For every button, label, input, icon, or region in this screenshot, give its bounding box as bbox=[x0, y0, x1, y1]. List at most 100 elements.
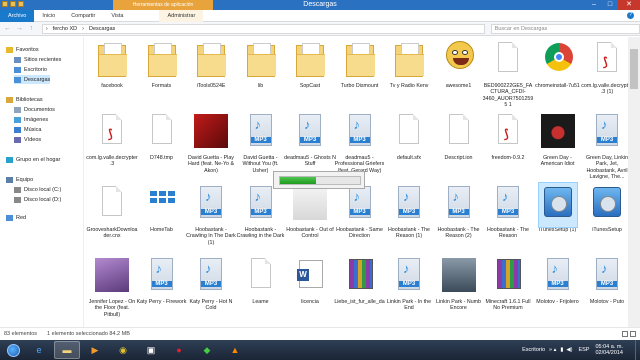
chrome-icon[interactable]: ◉ bbox=[110, 341, 136, 359]
file-item[interactable]: ⟆ freedom-0.9.2 bbox=[482, 111, 534, 161]
sidebar-item-disco-local-c-[interactable]: Disco local (C:) bbox=[14, 185, 61, 194]
camera-app-icon[interactable]: ▣ bbox=[138, 341, 164, 359]
sidebar-item-bibliotecas[interactable]: Bibliotecas bbox=[6, 95, 43, 104]
file-item[interactable]: Green Day - American Idiot bbox=[532, 111, 584, 168]
sidebar-item-equipo[interactable]: Equipo bbox=[6, 175, 33, 184]
sidebar-item-grupo-en-el-hogar[interactable]: Grupo en el hogar bbox=[6, 155, 60, 164]
tab-compartir[interactable]: Compartir bbox=[63, 10, 103, 22]
file-item[interactable]: Leame bbox=[235, 255, 287, 305]
file-item[interactable]: Tv y Radio Kenv bbox=[383, 39, 435, 89]
tab-vista[interactable]: Vista bbox=[103, 10, 131, 22]
file-item[interactable]: iTunesSetup (1) bbox=[532, 182, 584, 233]
file-item[interactable]: Descript.ion bbox=[433, 111, 485, 161]
tab-inicio[interactable]: Inicio bbox=[34, 10, 63, 22]
file-item[interactable]: ♪ MP3 Molotov - Frijolero bbox=[532, 255, 584, 305]
file-item[interactable]: ♪MP3deadmau5 - Professional Griefers (fe… bbox=[334, 111, 386, 174]
vertical-scrollbar[interactable] bbox=[628, 37, 640, 327]
volume-icon[interactable]: ◀) bbox=[566, 347, 572, 353]
file-item[interactable]: Turbo Dismount bbox=[334, 39, 386, 89]
sidebar-item-descargas[interactable]: Descargas bbox=[14, 75, 51, 84]
maximize-button[interactable]: □ bbox=[602, 0, 618, 10]
details-view-icon[interactable] bbox=[622, 331, 628, 337]
start-button[interactable] bbox=[0, 340, 26, 360]
file-item[interactable]: Liebe_ist_fur_alle_da bbox=[334, 255, 386, 305]
file-item[interactable]: ♪ MP3 Hoobastank - The Reason (2) bbox=[433, 183, 485, 240]
address-input[interactable]: › fercho XD › Descargas bbox=[41, 23, 485, 34]
sidebar-item-v-deos[interactable]: Vídeos bbox=[14, 135, 41, 144]
internet-explorer-icon[interactable]: e bbox=[26, 341, 52, 359]
file-item[interactable]: ♪ MP3 Green Day, Linkin Park, Jet, Hoobast… bbox=[581, 111, 628, 181]
breadcrumb-descargas[interactable]: Descargas bbox=[89, 26, 115, 32]
file-item[interactable]: GroovesharkDownloader.cnx bbox=[86, 183, 138, 240]
file-item[interactable]: ♪ MP3 Hoobastank - Crawling In The Dark (1… bbox=[185, 183, 237, 246]
sidebar-item-red[interactable]: Red bbox=[6, 213, 26, 222]
sidebar-item-sitios-recientes[interactable]: Sitios recientes bbox=[14, 55, 61, 64]
file-item[interactable]: ♪ MP3 Hoobastank - The Reason bbox=[482, 183, 534, 240]
file-item[interactable]: ♪ MP3 Hoobastank - Crawling in the Dark bbox=[235, 183, 287, 240]
file-item[interactable]: ♪ MP3 Katy Perry - Hot N Cold bbox=[185, 255, 237, 312]
file-item[interactable]: ♪ MP3 Hoobastank - Same Direction bbox=[334, 183, 386, 240]
file-item[interactable]: ♪ MP3 David Guetta - Without You (ft. Ushe… bbox=[235, 111, 287, 174]
vlc-icon[interactable]: ▲ bbox=[222, 341, 248, 359]
file-item[interactable]: Wlicencia bbox=[284, 255, 336, 305]
games-icon[interactable]: ◆ bbox=[194, 341, 220, 359]
file-item[interactable]: ♪ MP3 Molotov - Puto bbox=[581, 255, 628, 305]
scrollbar-thumb[interactable] bbox=[630, 49, 638, 89]
file-item[interactable]: D748.tmp bbox=[136, 111, 188, 161]
file-item[interactable]: awesome1 bbox=[433, 39, 485, 89]
sidebar-item-favoritos[interactable]: Favoritos bbox=[6, 45, 39, 54]
file-item[interactable]: Jennifer Lopez - On the Floor (feat. Pit… bbox=[86, 255, 138, 318]
file-thumbnail: ⟆ bbox=[93, 111, 131, 155]
file-thumbnail: ♪ MP3 bbox=[588, 255, 626, 299]
close-button[interactable]: ✕ bbox=[618, 0, 640, 10]
file-item[interactable]: ♪ MP3 Linkin Park - In the End bbox=[383, 255, 435, 312]
file-item[interactable]: facebook bbox=[86, 39, 138, 89]
sidebar-item-documentos[interactable]: Documentos bbox=[14, 105, 55, 114]
file-item[interactable]: Minecraft 1.6.1 Full No Premium bbox=[482, 255, 534, 312]
file-item[interactable]: ♪ MP3 deadmau5 - Ghosts N Stuff bbox=[284, 111, 336, 168]
file-item[interactable]: Formats bbox=[136, 39, 188, 89]
file-item[interactable]: David Guetta - Play Hard (feat. Ne-Yo & … bbox=[185, 111, 237, 174]
screen-recorder-icon[interactable]: ● bbox=[166, 341, 192, 359]
file-item[interactable]: Hoobastank - Out of Control bbox=[284, 183, 336, 240]
network-status-icon[interactable]: ▮ bbox=[560, 347, 563, 353]
file-item[interactable]: ♪ MP3 Hoobastank - The Reason (1) bbox=[383, 183, 435, 240]
clock[interactable]: 05:04 a. m. 02/04/2014 bbox=[595, 344, 623, 357]
breadcrumb-user[interactable]: fercho XD bbox=[53, 26, 77, 32]
file-item[interactable]: iTunesSetup bbox=[581, 183, 628, 233]
tray-arrows-icon[interactable]: » ▴ bbox=[549, 347, 556, 353]
view-toggle bbox=[620, 331, 636, 337]
file-item[interactable]: iTools0524E bbox=[185, 39, 237, 89]
large-icons-view-icon[interactable] bbox=[630, 331, 636, 337]
file-item[interactable]: SopCast bbox=[284, 39, 336, 89]
file-item[interactable]: default.sfx bbox=[383, 111, 435, 161]
sidebar-item-m-sica[interactable]: Música bbox=[14, 125, 41, 134]
help-icon[interactable]: ? bbox=[627, 12, 634, 19]
file-label: licencia bbox=[301, 299, 319, 305]
file-item[interactable]: ⟆ com.lg.valle.decrypter.3 (1) bbox=[581, 39, 628, 96]
document-icon bbox=[151, 114, 172, 144]
back-arrow-icon[interactable]: ← bbox=[3, 24, 12, 33]
sidebar-item-im-genes[interactable]: Imágenes bbox=[14, 115, 48, 124]
file-label: iTunesSetup bbox=[592, 227, 622, 233]
tab-administrar[interactable]: Administrar bbox=[159, 9, 204, 22]
media-player-icon[interactable]: ▶ bbox=[82, 341, 108, 359]
file-item[interactable]: chromeinstall-7u51 bbox=[532, 39, 584, 89]
up-arrow-icon[interactable]: ↑ bbox=[27, 24, 36, 33]
file-item[interactable]: HomeTab bbox=[136, 183, 188, 233]
tab-archivo[interactable]: Archivo bbox=[0, 9, 35, 22]
input-language[interactable]: ESP bbox=[578, 347, 589, 353]
file-explorer-icon[interactable]: ▬ bbox=[54, 341, 80, 359]
desktop-toolbar-label[interactable]: Escritorio bbox=[522, 347, 545, 353]
file-item[interactable]: BED900222GE5_FACTURA_CFDI-3460_AUOR75012… bbox=[482, 39, 534, 109]
show-desktop-button[interactable] bbox=[635, 340, 640, 360]
search-input[interactable]: Buscar en Descargas bbox=[490, 23, 640, 34]
file-item[interactable]: Linkin Park - Numb Encore bbox=[433, 255, 485, 312]
file-item[interactable]: ♪ MP3 Katy Perry - Firework bbox=[136, 255, 188, 305]
file-item[interactable]: ⟆ com.lg.valle.decrypter.3 bbox=[86, 111, 138, 168]
minimize-button[interactable]: – bbox=[586, 0, 602, 10]
sidebar-item-disco-local-d-[interactable]: Disco local (D:) bbox=[14, 195, 61, 204]
sidebar-item-escritorio[interactable]: Escritorio bbox=[14, 65, 47, 74]
file-item[interactable]: lib bbox=[235, 39, 287, 89]
forward-arrow-icon[interactable]: → bbox=[15, 24, 24, 33]
